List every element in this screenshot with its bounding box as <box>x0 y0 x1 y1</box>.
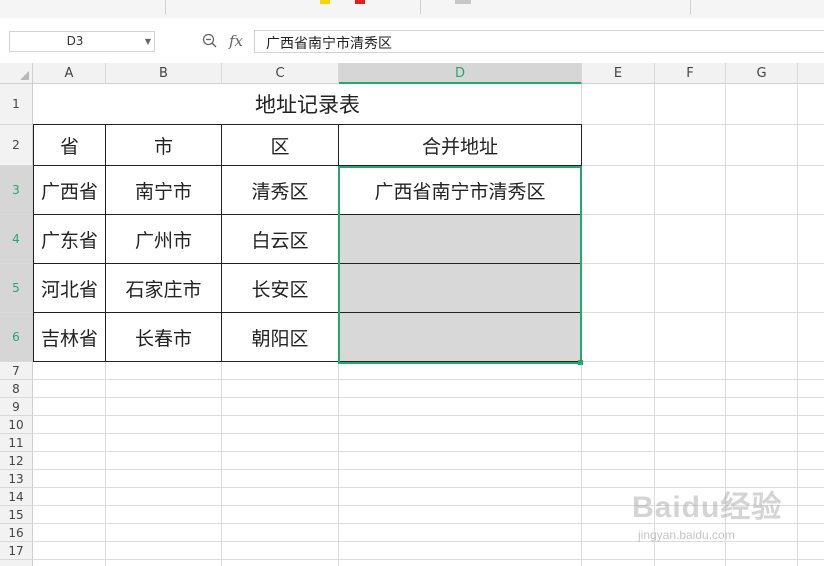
row-header-11[interactable]: 11 <box>0 434 33 452</box>
cell-a6[interactable]: 吉林省 <box>33 313 106 362</box>
formula-bar: D3 ▼ fx 广西省南宁市清秀区 <box>0 18 824 63</box>
column-header-e[interactable]: E <box>582 63 655 84</box>
fx-icon[interactable]: fx <box>229 32 243 50</box>
gridline <box>582 361 824 362</box>
row-header-8[interactable]: 8 <box>0 380 33 398</box>
header-city[interactable]: 市 <box>106 125 222 166</box>
toolbar-separator <box>165 0 166 14</box>
font-color-icon[interactable] <box>355 0 365 4</box>
gridline <box>582 312 824 313</box>
column-header-g[interactable]: G <box>726 63 798 84</box>
row-header-14[interactable]: 14 <box>0 488 33 506</box>
formula-input[interactable]: 广西省南宁市清秀区 <box>254 30 824 53</box>
cell-c3[interactable]: 清秀区 <box>222 166 339 215</box>
cell-a3[interactable]: 广西省 <box>33 166 106 215</box>
name-box[interactable]: D3 ▼ <box>9 31 155 52</box>
gridline <box>33 379 824 380</box>
row-header-1[interactable]: 1 <box>0 84 33 125</box>
header-merged-address[interactable]: 合并地址 <box>339 125 582 166</box>
gridline <box>33 433 824 434</box>
cell-d4[interactable] <box>339 215 582 264</box>
gridline <box>582 124 824 125</box>
row-header-3[interactable]: 3 <box>0 166 33 215</box>
table-title[interactable]: 地址记录表 <box>33 84 582 125</box>
column-header-c[interactable]: C <box>222 63 339 84</box>
row-header-17[interactable]: 17 <box>0 542 33 560</box>
cell-d5[interactable] <box>339 264 582 313</box>
gridline <box>33 415 824 416</box>
toolbar-separator <box>420 0 421 14</box>
cell-c5[interactable]: 长安区 <box>222 264 339 313</box>
gridline <box>582 263 824 264</box>
gridline <box>582 165 824 166</box>
baidu-watermark: Baidu经验 jingyan.baidu.com <box>632 476 812 556</box>
row-header-18[interactable] <box>0 560 33 566</box>
column-header-a[interactable]: A <box>33 63 106 84</box>
cell-b4[interactable]: 广州市 <box>106 215 222 264</box>
cell-a5[interactable]: 河北省 <box>33 264 106 313</box>
gridline <box>582 214 824 215</box>
cell-d3[interactable]: 广西省南宁市清秀区 <box>339 166 582 215</box>
watermark-url: jingyan.baidu.com <box>638 528 735 542</box>
cell-a4[interactable]: 广东省 <box>33 215 106 264</box>
zoom-icon[interactable] <box>202 33 217 48</box>
row-header-10[interactable]: 10 <box>0 416 33 434</box>
cell-c6[interactable]: 朝阳区 <box>222 313 339 362</box>
cell-b3[interactable]: 南宁市 <box>106 166 222 215</box>
row-header-6[interactable]: 6 <box>0 313 33 362</box>
row-header-5[interactable]: 5 <box>0 264 33 313</box>
row-header-15[interactable]: 15 <box>0 506 33 524</box>
fill-handle[interactable] <box>578 360 583 365</box>
row-header-13[interactable]: 13 <box>0 470 33 488</box>
row-header-2[interactable]: 2 <box>0 125 33 166</box>
gridline <box>33 397 824 398</box>
cell-c4[interactable]: 白云区 <box>222 215 339 264</box>
row-header-9[interactable]: 9 <box>0 398 33 416</box>
gridline <box>33 451 824 452</box>
cell-b6[interactable]: 长春市 <box>106 313 222 362</box>
header-province[interactable]: 省 <box>33 125 106 166</box>
select-all-icon[interactable] <box>0 63 33 84</box>
column-header-d[interactable]: D <box>339 63 582 84</box>
column-header-f[interactable]: F <box>655 63 726 84</box>
dropdown-arrow-icon[interactable]: ▼ <box>145 37 151 46</box>
column-header-h[interactable] <box>798 63 824 84</box>
row-header-7[interactable]: 7 <box>0 362 33 380</box>
row-header-4[interactable]: 4 <box>0 215 33 264</box>
gridline <box>338 362 339 566</box>
cell-b5[interactable]: 石家庄市 <box>106 264 222 313</box>
gridline <box>33 559 824 560</box>
header-district[interactable]: 区 <box>222 125 339 166</box>
cell-d6[interactable] <box>339 313 582 362</box>
toolbar-separator <box>690 0 691 14</box>
row-header-16[interactable]: 16 <box>0 524 33 542</box>
align-center-icon[interactable] <box>455 0 471 4</box>
column-header-b[interactable]: B <box>106 63 222 84</box>
formula-content: 广西省南宁市清秀区 <box>266 36 392 52</box>
ribbon-toolbar <box>0 0 824 19</box>
row-header-12[interactable]: 12 <box>0 452 33 470</box>
watermark-logo-text: Baidu经验 <box>632 491 783 524</box>
gridline <box>221 362 222 566</box>
gridline <box>105 362 106 566</box>
name-box-value: D3 <box>66 34 84 48</box>
highlight-color-icon[interactable] <box>320 0 330 4</box>
gridline <box>33 469 824 470</box>
